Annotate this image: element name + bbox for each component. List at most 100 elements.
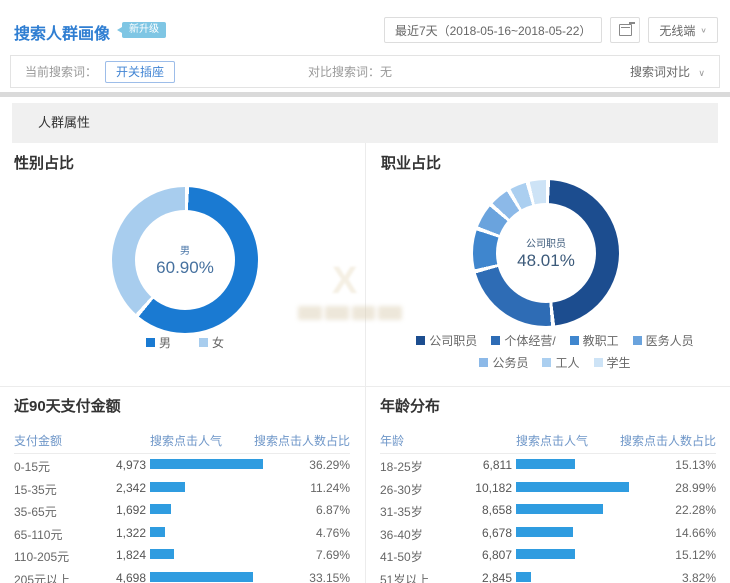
payment-table-header: 支付金额 搜索点击人气 搜索点击人数占比 (14, 432, 350, 454)
legend-label: 公务员 (492, 354, 528, 371)
donut-center-value: 60.90% (156, 258, 214, 278)
header-controls: 最近7天（2018-05-16~2018-05-22） 无线端 ∨ (384, 17, 718, 43)
legend-row: 公务员工人学生 (390, 354, 720, 371)
age-table-header: 年龄 搜索点击人气 搜索点击人数占比 (380, 432, 716, 454)
row-label: 26-30岁 (380, 481, 423, 498)
legend-item[interactable]: 教职工 (570, 332, 619, 349)
column-header: 搜索点击人气 (150, 432, 222, 449)
legend-item[interactable]: 公司职员 (416, 332, 477, 349)
chevron-down-icon: ∨ (698, 68, 705, 78)
row-bar (150, 482, 185, 492)
terminal-dropdown-label: 无线端 (659, 22, 695, 39)
column-header: 搜索点击人气 (516, 432, 588, 449)
date-range-label: 最近7天（2018-05-16~2018-05-22） (395, 22, 591, 39)
legend-item[interactable]: 工人 (542, 354, 579, 371)
row-label: 41-50岁 (380, 548, 423, 565)
terminal-dropdown[interactable]: 无线端 ∨ (648, 17, 718, 43)
row-pct: 11.24% (310, 481, 350, 495)
search-audience-portrait-page: 搜索人群画像 新升级 最近7天（2018-05-16~2018-05-22） 无… (0, 0, 730, 583)
legend-swatch (594, 358, 603, 367)
legend-label: 女 (212, 334, 224, 351)
row-label: 18-25岁 (380, 458, 423, 475)
row-pct: 15.12% (675, 548, 716, 562)
legend-swatch (199, 338, 208, 347)
row-pct: 3.82% (682, 571, 716, 583)
table-row: 0-15元 4,973 36.29% (14, 454, 350, 477)
row-label: 205元以上 (14, 571, 70, 583)
legend-item[interactable]: 男 (146, 334, 171, 351)
legend-swatch (542, 358, 551, 367)
row-pct: 6.87% (316, 503, 350, 517)
table-row: 110-205元1,8247.69% (14, 544, 350, 567)
row-value: 6,811 (436, 458, 512, 472)
table-row: 31-35岁8,65822.28% (380, 499, 716, 522)
occupation-legend: 公司职员 个体经营/教职工医务人员公务员工人学生 (390, 332, 720, 376)
legend-item[interactable]: 个体经营/ (491, 332, 555, 349)
table-row: 205元以上4,69833.15% (14, 567, 350, 583)
row-pct: 4.76% (316, 526, 350, 540)
row-label: 36-40岁 (380, 526, 423, 543)
keyword-compare-action[interactable]: 搜索词对比 ∨ (630, 63, 705, 80)
row-bar (516, 549, 575, 559)
row-label: 0-15元 (14, 458, 50, 475)
watermark-text-blur (298, 306, 402, 320)
compare-keyword-text: 对比搜索词：无 (308, 63, 392, 80)
row-label: 35-65元 (14, 503, 57, 520)
legend-item[interactable]: 医务人员 (633, 332, 694, 349)
row-bar (150, 549, 174, 559)
legend-label: 公司职员 (429, 332, 477, 349)
row-value: 1,322 (70, 526, 146, 540)
legend-label: 教职工 (583, 332, 619, 349)
row-label: 110-205元 (14, 548, 69, 565)
row-label: 51岁以上 (380, 571, 429, 583)
legend-swatch (479, 358, 488, 367)
filter-bar: 当前搜索词： 开关插座 对比搜索词：无 搜索词对比 ∨ (10, 55, 720, 88)
gender-chart-title: 性别占比 (14, 152, 74, 173)
calendar-button[interactable] (610, 17, 640, 43)
legend-swatch (570, 336, 579, 345)
current-keyword-label: 当前搜索词： (25, 63, 97, 80)
gender-donut-chart: 男 60.90% (112, 187, 258, 333)
section-header: 人群属性 (12, 103, 718, 143)
row-pct: 28.99% (675, 481, 716, 495)
page-title: 搜索人群画像 (14, 20, 110, 44)
page-header: 搜索人群画像 新升级 最近7天（2018-05-16~2018-05-22） 无… (0, 0, 730, 55)
calendar-icon (619, 24, 632, 36)
keyword-compare-label: 搜索词对比 (630, 65, 690, 79)
occupation-donut-chart: 公司职员 48.01% (473, 180, 619, 326)
gender-legend: 男女 (112, 334, 258, 351)
age-table-body: 18-25岁6,81115.13%26-30岁10,18228.99%31-35… (380, 454, 716, 583)
occupation-chart-title: 职业占比 (381, 152, 441, 173)
row-pct: 22.28% (675, 503, 716, 517)
row-label: 65-110元 (14, 526, 62, 543)
row-bar (150, 459, 263, 469)
legend-swatch (416, 336, 425, 345)
date-range-button[interactable]: 最近7天（2018-05-16~2018-05-22） (384, 17, 602, 43)
legend-item[interactable]: 女 (199, 334, 224, 351)
legend-swatch (491, 336, 500, 345)
legend-label: 个体经营/ (504, 332, 555, 349)
row-bar (516, 504, 603, 514)
table-row: 41-50岁6,80715.12% (380, 544, 716, 567)
watermark: X (298, 258, 402, 334)
payment-table-title: 近90天支付金额 (14, 395, 350, 416)
legend-item[interactable]: 公务员 (479, 354, 528, 371)
row-value: 4,973 (70, 458, 146, 472)
donut-center-value: 48.01% (517, 251, 575, 271)
row-pct: 14.66% (675, 526, 716, 540)
table-row: 65-110元 1,322 4.76% (14, 522, 350, 545)
table-row: 15-35元2,34211.24% (14, 477, 350, 500)
payment-table-body: 0-15元4,97336.29%15-35元2,34211.24%35-65元1… (14, 454, 350, 583)
chevron-down-icon: ∨ (700, 26, 707, 35)
legend-item[interactable]: 学生 (594, 354, 631, 371)
donut-center-label: 男 (180, 242, 190, 257)
legend-row: 公司职员 个体经营/教职工医务人员 (390, 332, 720, 349)
row-bar (516, 482, 629, 492)
table-row: 26-30岁 10,182 28.99% (380, 477, 716, 500)
table-row: 51岁以上2,8453.82% (380, 567, 716, 583)
row-pct: 7.69% (316, 548, 350, 562)
current-keyword-button[interactable]: 开关插座 (105, 61, 175, 83)
row-value: 2,342 (70, 481, 146, 495)
row-pct: 36.29% (309, 458, 350, 472)
row-value: 10,182 (436, 481, 512, 495)
